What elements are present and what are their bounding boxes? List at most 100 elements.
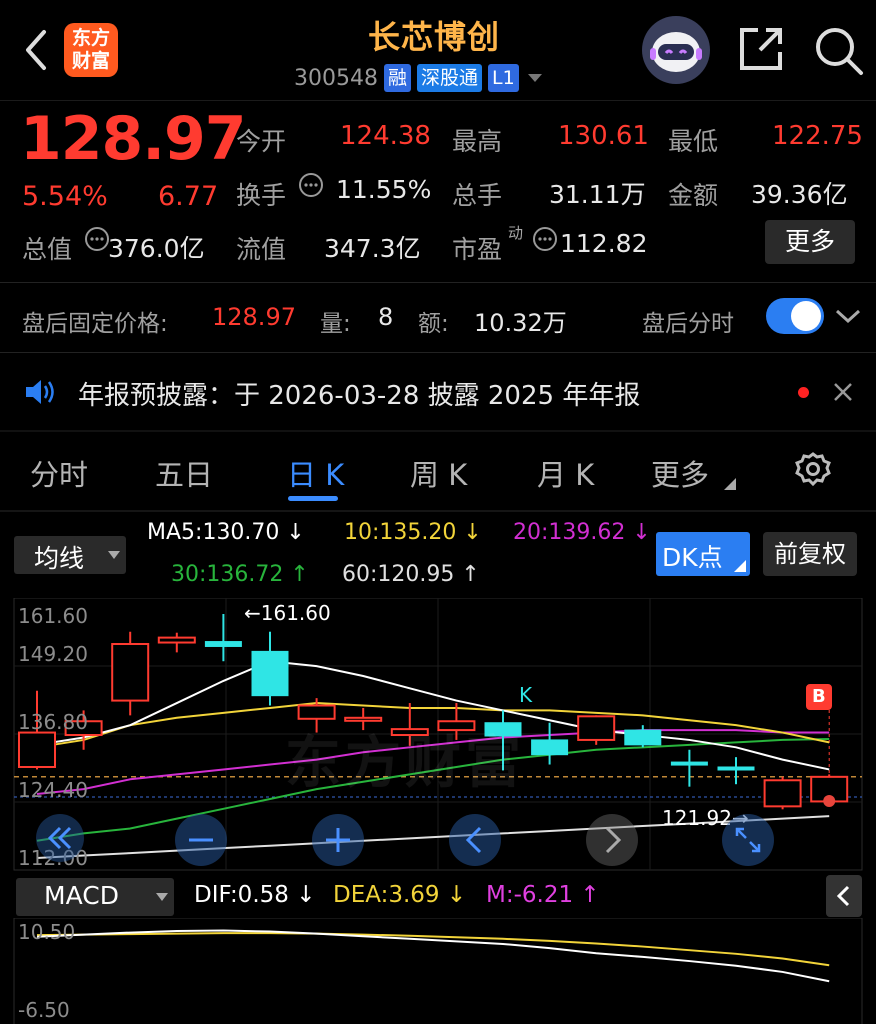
after-hours-toggle[interactable] bbox=[766, 298, 824, 334]
candle-body-3 bbox=[157, 636, 196, 644]
k-marker: K bbox=[519, 683, 533, 707]
tab-weekly-k[interactable]: 周 K bbox=[410, 452, 467, 494]
close-icon[interactable] bbox=[832, 381, 854, 403]
active-tab-indicator bbox=[288, 496, 338, 501]
amount-value: 39.36亿 bbox=[751, 180, 848, 209]
caret-down-icon[interactable] bbox=[525, 71, 545, 85]
minus-icon bbox=[189, 838, 213, 842]
candle-body-4 bbox=[204, 641, 242, 647]
arrow-left-icon bbox=[465, 826, 482, 854]
chevron-left-icon bbox=[26, 30, 46, 70]
collapse-panel-button[interactable] bbox=[826, 875, 862, 917]
tab-more[interactable]: 更多 bbox=[651, 452, 709, 494]
corner-triangle-icon bbox=[734, 560, 746, 572]
macd-chart[interactable]: 10.50 -6.50 bbox=[0, 918, 876, 1024]
forward-adjust-button[interactable]: 前复权 bbox=[763, 532, 857, 576]
ma-selector[interactable]: 均线 bbox=[14, 536, 126, 574]
b-marker-label: B bbox=[812, 686, 826, 707]
macd-y-tick-top: 10.50 bbox=[18, 920, 76, 944]
search-button[interactable] bbox=[812, 24, 866, 78]
tabs-separator bbox=[0, 510, 876, 512]
candle-body-2 bbox=[111, 643, 150, 702]
share-button[interactable] bbox=[736, 24, 786, 74]
after-amt-label: 额: bbox=[418, 311, 449, 337]
notice-text[interactable]: 年报预披露：于 2026-03-28 披露 2025 年年报 bbox=[78, 375, 640, 412]
after-price-label: 盘后固定价格: bbox=[22, 311, 168, 337]
zoom-out-button[interactable] bbox=[175, 814, 227, 866]
zoom-in-button[interactable] bbox=[312, 814, 364, 866]
ma10-value: 10:135.20 ↓ bbox=[344, 520, 482, 545]
scroll-left-button[interactable] bbox=[449, 814, 501, 866]
info-dots-icon[interactable] bbox=[84, 226, 110, 252]
candle-body-15 bbox=[717, 766, 755, 771]
candle-body-14 bbox=[670, 761, 708, 766]
tab-monthly-k[interactable]: 月 K bbox=[537, 452, 594, 494]
after-vol-label: 量: bbox=[320, 311, 351, 337]
candle-body-5 bbox=[251, 650, 289, 697]
gear-icon[interactable] bbox=[794, 451, 832, 489]
tab-five-day[interactable]: 五日 bbox=[155, 452, 213, 494]
high-annotation: ←161.60 bbox=[244, 601, 331, 625]
macd-y-tick-bottom: -6.50 bbox=[18, 998, 70, 1022]
fast-back-button[interactable] bbox=[36, 814, 84, 862]
tab-intraday[interactable]: 分时 bbox=[30, 452, 88, 494]
kline-chart[interactable]: 东方财富 161.60 149.20 136.80 124.40 112.00 … bbox=[0, 598, 876, 872]
change-value: 6.77 bbox=[158, 181, 219, 212]
low-value: 122.75 bbox=[772, 121, 863, 151]
app-logo[interactable]: 东方 财富 bbox=[64, 23, 118, 77]
back-button[interactable] bbox=[16, 26, 56, 74]
chevron-left-icon bbox=[836, 885, 850, 907]
macd-m: M:-6.21 ↑ bbox=[486, 882, 600, 908]
search-icon bbox=[816, 28, 863, 75]
y-tick-4: 124.40 bbox=[18, 778, 88, 802]
macd-dif-line bbox=[36, 929, 830, 983]
scroll-right-button[interactable] bbox=[586, 814, 638, 866]
stock-name: 长芯博创 bbox=[368, 18, 501, 56]
candle-body-11 bbox=[531, 739, 569, 756]
pe-sup: 动 bbox=[508, 224, 524, 242]
pe-value: 112.82 bbox=[560, 229, 648, 258]
mcap-label: 总值 bbox=[22, 235, 73, 264]
tag-level[interactable]: L1 bbox=[488, 64, 519, 92]
info-dots-icon[interactable] bbox=[532, 226, 558, 252]
mcap-value: 376.0亿 bbox=[108, 234, 205, 263]
pe-label: 市盈 bbox=[452, 235, 503, 264]
expand-button[interactable] bbox=[722, 814, 774, 866]
notice-dot bbox=[798, 387, 809, 398]
tab-daily-k[interactable]: 日 K bbox=[287, 452, 344, 494]
macd-selector[interactable]: MACD bbox=[16, 878, 174, 916]
after-price-value: 128.97 bbox=[212, 303, 296, 331]
turnover-label: 换手 bbox=[236, 181, 287, 210]
chevron-down-icon[interactable] bbox=[834, 306, 862, 326]
volume-label: 总手 bbox=[452, 181, 503, 210]
dk-point-button[interactable]: DK点 bbox=[656, 532, 750, 576]
dk-point-label: DK点 bbox=[662, 543, 723, 572]
robot-avatar[interactable] bbox=[642, 16, 710, 84]
toggle-knob bbox=[791, 301, 821, 331]
b-marker[interactable]: B bbox=[806, 684, 832, 710]
robot-icon bbox=[650, 32, 702, 72]
high-value: 130.61 bbox=[558, 121, 649, 151]
info-dots-icon[interactable] bbox=[298, 172, 324, 198]
caret-down-icon bbox=[108, 551, 120, 559]
candle-body-6 bbox=[297, 704, 336, 720]
more-button[interactable]: 更多 bbox=[765, 220, 855, 264]
stock-code-row: 300548 融 深股通 L1 bbox=[294, 64, 545, 92]
amount-label: 金额 bbox=[668, 181, 719, 210]
tag-margin[interactable]: 融 bbox=[383, 64, 411, 92]
high-label: 最高 bbox=[452, 127, 503, 156]
logo-line2: 财富 bbox=[71, 50, 110, 72]
y-tick-3: 136.80 bbox=[18, 710, 88, 734]
speaker-icon bbox=[26, 380, 54, 404]
change-pct: 5.54% bbox=[22, 181, 108, 212]
tag-connect[interactable]: 深股通 bbox=[417, 64, 483, 92]
after-amt-value: 10.32万 bbox=[474, 309, 567, 337]
logo-line1: 东方 bbox=[71, 27, 110, 49]
stock-code: 300548 bbox=[294, 65, 378, 91]
volume-value: 31.11万 bbox=[549, 180, 646, 209]
macd-svg bbox=[13, 918, 863, 1024]
corner-triangle-icon bbox=[724, 478, 736, 490]
ma5-value: MA5:130.70 ↓ bbox=[147, 520, 305, 545]
after-vol-value: 8 bbox=[378, 303, 394, 331]
float-label: 流值 bbox=[236, 235, 287, 264]
